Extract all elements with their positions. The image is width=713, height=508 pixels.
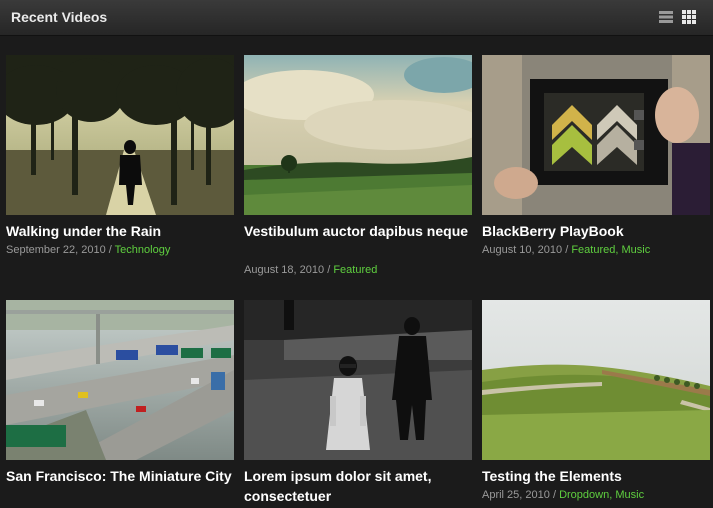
video-date: August 18, 2010 xyxy=(244,264,325,276)
category-link[interactable]: Music xyxy=(621,244,650,256)
video-thumbnail-image xyxy=(244,55,472,215)
category-link[interactable]: Featured xyxy=(571,244,615,256)
category-link[interactable]: Featured xyxy=(333,264,377,276)
video-date: August 10, 2010 xyxy=(482,244,563,256)
video-thumbnail[interactable] xyxy=(6,55,234,215)
video-thumbnail[interactable] xyxy=(244,55,472,215)
video-date: September 22, 2010 xyxy=(6,244,106,256)
video-meta: September 22, 2010 / Technology xyxy=(6,243,234,257)
video-thumbnail-image xyxy=(482,300,710,460)
list-view-icon[interactable] xyxy=(659,10,673,24)
category-link[interactable]: Technology xyxy=(115,244,171,256)
video-title[interactable]: BlackBerry PlayBook xyxy=(482,221,710,241)
video-title[interactable]: Lorem ipsum dolor sit amet, consectetuer xyxy=(244,466,472,506)
video-thumbnail-image xyxy=(6,55,234,215)
video-meta: August 18, 2010 / Featured xyxy=(244,263,472,277)
video-thumbnail[interactable] xyxy=(244,300,472,460)
video-thumbnail-image xyxy=(6,300,234,460)
video-thumbnail[interactable] xyxy=(482,300,710,460)
video-grid: Walking under the Rain September 22, 201… xyxy=(0,36,713,508)
video-date: April 25, 2010 xyxy=(482,489,550,501)
video-meta: April 25, 2010 / Dropdown, Music xyxy=(482,488,710,502)
video-thumbnail-image xyxy=(482,55,710,215)
section-header: Recent Videos xyxy=(0,0,713,36)
video-meta: August 10, 2010 / Featured, Music xyxy=(482,243,710,257)
video-title[interactable]: Testing the Elements xyxy=(482,466,710,486)
section-title: Recent Videos xyxy=(11,9,108,25)
video-thumbnail-image xyxy=(244,300,472,460)
video-thumbnail[interactable] xyxy=(482,55,710,215)
video-title[interactable]: San Francisco: The Miniature City xyxy=(6,466,234,486)
video-thumbnail[interactable] xyxy=(6,300,234,460)
video-title[interactable]: Walking under the Rain xyxy=(6,221,234,241)
video-title[interactable]: Vestibulum auctor dapibus neque xyxy=(244,221,472,241)
category-link[interactable]: Dropdown xyxy=(559,489,609,501)
grid-view-icon[interactable] xyxy=(682,10,696,24)
category-link[interactable]: Music xyxy=(615,489,644,501)
